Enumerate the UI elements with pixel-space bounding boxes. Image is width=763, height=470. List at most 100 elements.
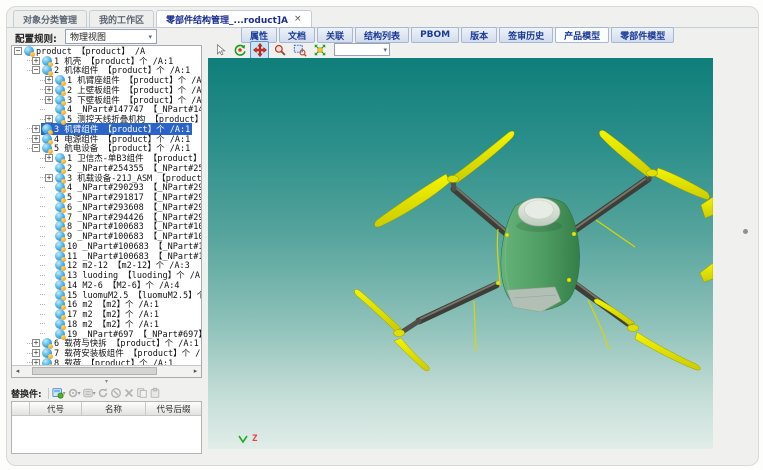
part-icon [55, 75, 65, 85]
collapse-icon[interactable]: − [32, 66, 40, 74]
structure-tree-panel: −product 【product】 /A+1 机壳 【product】个 /A… [11, 45, 202, 378]
config-rule-label: 配置规则: [15, 31, 57, 45]
part-icon [55, 85, 65, 95]
part-icon [55, 173, 65, 183]
scrollbar-thumb[interactable] [32, 367, 157, 375]
rotate-icon[interactable] [230, 41, 249, 59]
collapse-icon[interactable]: − [32, 144, 40, 152]
display-mode-icon[interactable]: ▾ [52, 386, 66, 400]
tab-object-classification[interactable]: 对象分类管理 [13, 10, 87, 27]
remove-circle-icon [110, 386, 122, 400]
tab-label: 对象分类管理 [23, 13, 77, 26]
column-header[interactable]: 名称 [82, 402, 146, 415]
expand-icon[interactable]: + [45, 154, 53, 162]
replacement-parts-panel: 替换件: ▾ ▾ ▾ 代号名称代号后缀 [11, 385, 202, 455]
part-icon [55, 212, 65, 222]
part-icon [42, 348, 52, 358]
tree-connector [40, 236, 45, 237]
part-icon [55, 153, 65, 163]
toolbar-separator [48, 388, 49, 399]
expand-icon[interactable]: + [32, 125, 40, 133]
config-rule-select[interactable]: 物理视图 ▾ [65, 29, 157, 44]
part-icon [55, 182, 65, 192]
delete-icon [123, 386, 135, 400]
panel-splitter-handle[interactable] [743, 229, 748, 234]
tree-connector [40, 294, 45, 295]
drone-3d-model [208, 58, 713, 449]
part-icon [55, 114, 65, 124]
expand-icon[interactable]: + [45, 174, 53, 182]
column-header[interactable]: 代号后缀 [146, 402, 201, 415]
tree-connector [40, 206, 45, 207]
tree-horizontal-scrollbar[interactable]: ◂ ▸ [12, 365, 201, 377]
tree-connector [40, 333, 45, 334]
part-icon [55, 202, 65, 212]
tree-connector [40, 109, 45, 110]
structure-tree: −product 【product】 /A+1 机壳 【product】个 /A… [12, 46, 201, 366]
row-selector-header [12, 402, 30, 415]
tab-my-workspace[interactable]: 我的工作区 [89, 10, 154, 27]
expand-icon[interactable]: + [32, 349, 40, 357]
tree-connector [40, 167, 45, 168]
part-status-dot-icon [61, 335, 66, 340]
tree-connector [40, 323, 45, 324]
expand-icon[interactable]: + [32, 339, 40, 347]
pan-icon[interactable] [250, 41, 269, 59]
part-icon [55, 290, 65, 300]
part-icon [55, 319, 65, 329]
part-icon [55, 309, 65, 319]
part-icon [55, 192, 65, 202]
expand-icon[interactable]: + [45, 86, 53, 94]
part-icon [55, 221, 65, 231]
part-icon [55, 329, 65, 339]
expand-icon[interactable]: + [45, 76, 53, 84]
replacement-toolbar: 替换件: ▾ ▾ ▾ [11, 385, 202, 401]
part-icon [24, 46, 34, 56]
splitter-grip-icon[interactable]: ▾ [105, 379, 108, 384]
part-icon [42, 338, 52, 348]
column-header[interactable]: 代号 [30, 402, 82, 415]
tree-connector [40, 187, 45, 188]
chevron-down-icon: ▾ [78, 390, 81, 397]
chevron-down-icon: ▾ [93, 390, 96, 397]
viewport-3d[interactable]: Z [208, 58, 713, 449]
tree-connector [40, 314, 45, 315]
copy-icon [136, 386, 148, 400]
refresh-icon [97, 386, 109, 400]
expand-icon[interactable]: + [32, 57, 40, 65]
collapse-icon[interactable]: − [14, 47, 22, 55]
select-cursor-icon[interactable] [210, 41, 229, 59]
part-icon [55, 280, 65, 290]
settings-icon: ▾ [82, 386, 96, 400]
part-icon [55, 270, 65, 280]
zoom-window-icon[interactable] [290, 41, 309, 59]
close-icon[interactable]: × [294, 14, 302, 24]
zoom-icon[interactable] [270, 41, 289, 59]
scroll-left-icon[interactable]: ◂ [12, 366, 23, 376]
part-icon [55, 104, 65, 114]
axis-z-label: Z [252, 434, 257, 444]
chevron-down-icon: ▾ [383, 46, 387, 54]
expand-icon[interactable]: + [32, 135, 40, 143]
config-rule-value: 物理视图 [70, 30, 106, 43]
part-status-dot-icon [30, 52, 35, 57]
tab-label: 我的工作区 [99, 13, 144, 26]
tree-connector [40, 197, 45, 198]
tab-part-structure-management[interactable]: 零部件结构管理_...roduct]A× [156, 10, 312, 27]
scroll-right-icon[interactable]: ▸ [190, 366, 201, 376]
view-preset-select[interactable]: ▾ [334, 43, 390, 56]
expand-icon[interactable]: + [45, 96, 53, 104]
chevron-down-icon: ▾ [63, 390, 66, 397]
tree-connector [40, 275, 45, 276]
tree-connector [40, 226, 45, 227]
main-tab-bar: 对象分类管理 我的工作区零部件结构管理_...roduct]A× [7, 11, 758, 28]
horizontal-splitter[interactable]: ▾ [11, 378, 202, 385]
gear-icon: ▾ [67, 386, 81, 400]
tree-connector [40, 216, 45, 217]
tree-connector [40, 245, 45, 246]
fit-all-icon[interactable] [310, 41, 329, 59]
part-icon [55, 241, 65, 251]
tree-connector [40, 265, 45, 266]
tree-connector [40, 284, 45, 285]
replacement-label: 替换件: [11, 387, 42, 400]
